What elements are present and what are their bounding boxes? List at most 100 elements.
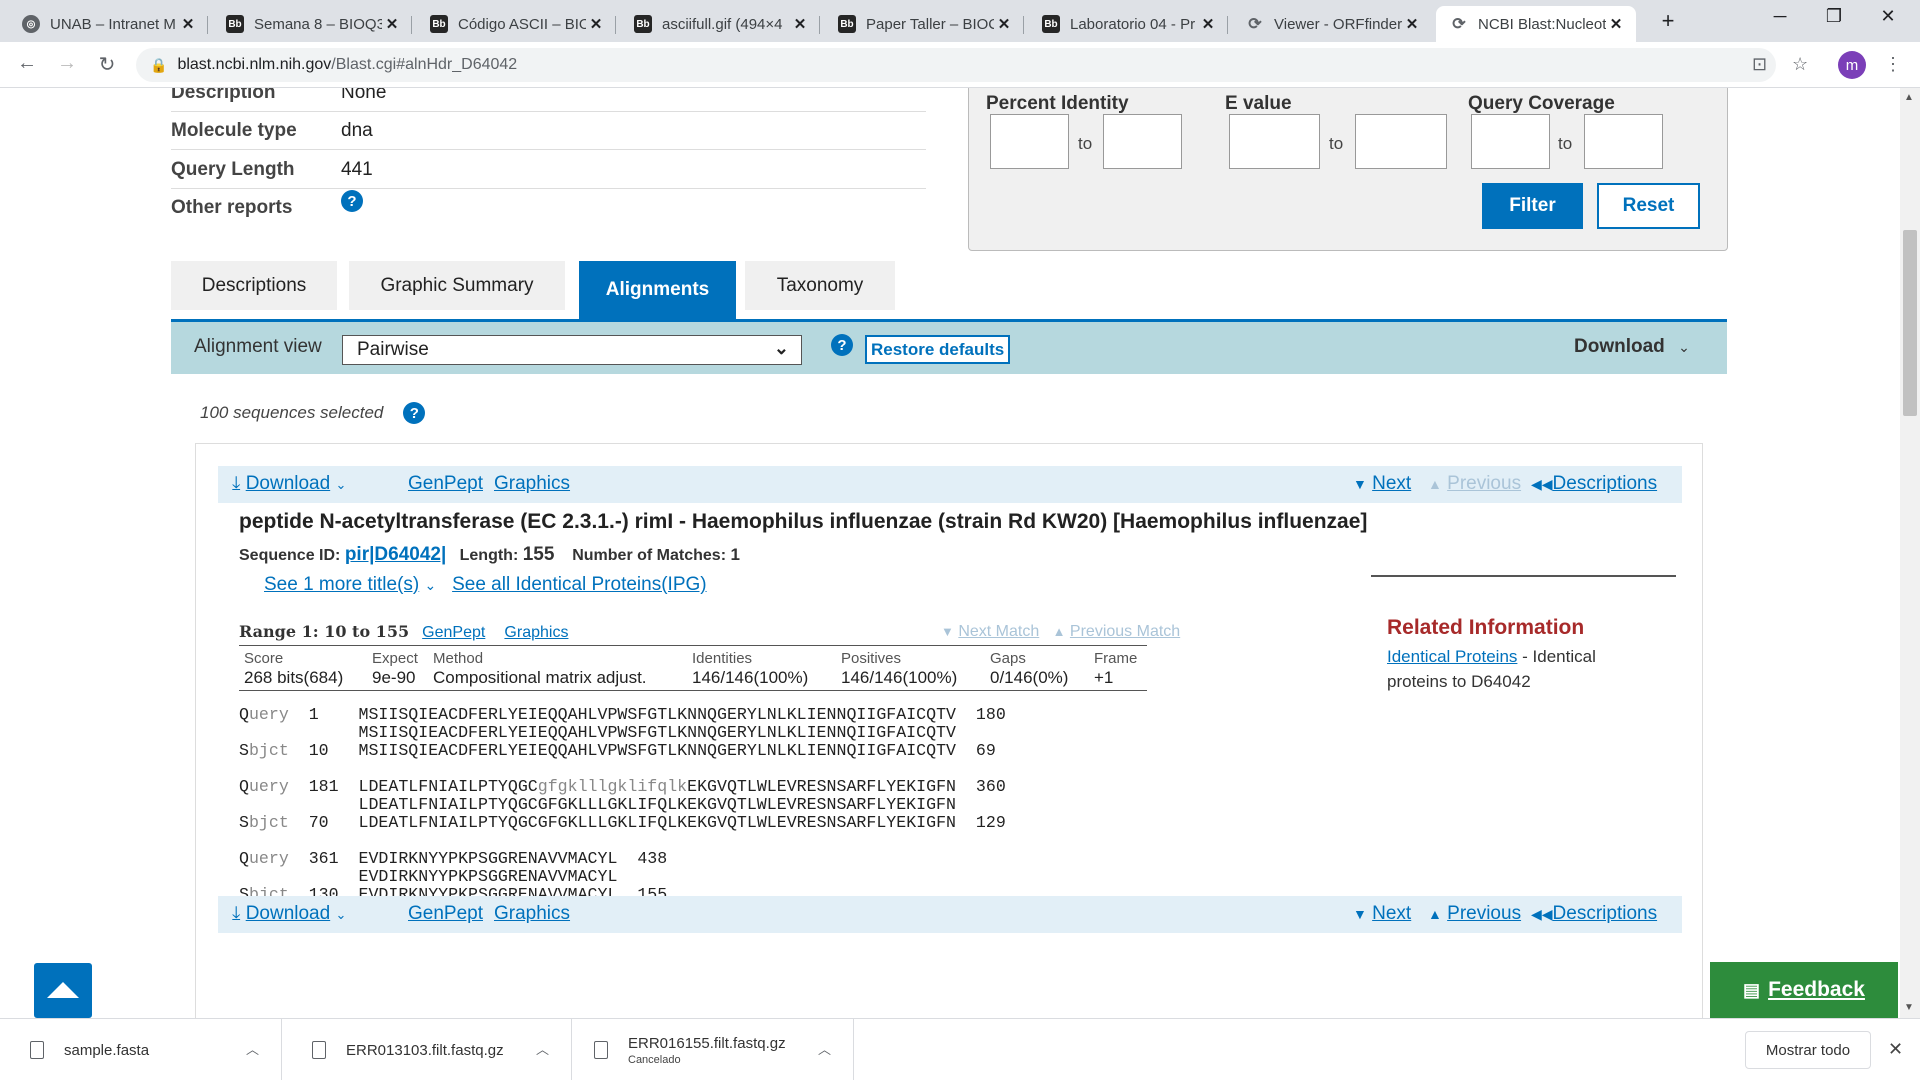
to-label: to xyxy=(1329,134,1344,153)
see-also: See 1 more title(s) ⌄ See all Identical … xyxy=(264,574,707,596)
download-link[interactable]: ⤓ Download ⌄ xyxy=(232,903,346,925)
help-icon[interactable]: ? xyxy=(403,402,426,424)
e-value-max-input[interactable] xyxy=(1355,114,1447,169)
previous-text[interactable]: Previous xyxy=(1447,903,1521,924)
browser-tab[interactable]: Bb Código ASCII – BIO ✕ xyxy=(416,6,616,42)
download-item[interactable]: ERR013103.filt.fastq.gz ︿ xyxy=(290,1019,572,1080)
percent-identity-min-input[interactable] xyxy=(990,114,1069,169)
close-icon[interactable]: ✕ xyxy=(178,15,198,33)
next-link[interactable]: ▼ Next xyxy=(1353,473,1411,495)
alignment-view-bar: Alignment view Pairwise ⌄ ? Restore defa… xyxy=(171,322,1727,374)
e-value-label: E value xyxy=(1225,93,1292,114)
tab-title: Laboratorio 04 - Pr xyxy=(1070,15,1196,33)
browser-tab[interactable]: Bb Laboratorio 04 - Pr ✕ xyxy=(1028,6,1228,42)
identical-proteins-link[interactable]: Identical Proteins xyxy=(1387,647,1517,666)
download-item[interactable]: sample.fasta ︿ xyxy=(0,1019,282,1080)
graphics-link[interactable]: Graphics xyxy=(494,903,570,925)
next-link[interactable]: ▼ Next xyxy=(1353,903,1411,925)
filter-button[interactable]: Filter xyxy=(1482,183,1583,229)
descriptions-link[interactable]: ◀◀Descriptions xyxy=(1531,903,1657,925)
alignment-line: Query 181 LDEATLFNIAILPTYQGCgfgklllgklif… xyxy=(239,777,1006,796)
tab-descriptions[interactable]: Descriptions xyxy=(171,261,337,310)
bookmark-star-icon[interactable]: ☆ xyxy=(1792,54,1808,75)
matches-value: 1 xyxy=(730,545,740,564)
descriptions-text[interactable]: Descriptions xyxy=(1553,903,1658,924)
new-tab-button[interactable]: + xyxy=(1648,8,1688,34)
summary-value: 441 xyxy=(341,158,373,180)
download-text[interactable]: Download xyxy=(246,903,331,924)
browser-tab[interactable]: Bb Paper Taller – BIOC ✕ xyxy=(824,6,1024,42)
browser-tab-active[interactable]: ⟳ NCBI Blast:Nucleot ✕ xyxy=(1436,6,1636,42)
browser-tab[interactable]: Bb Semana 8 – BIOQ3 ✕ xyxy=(212,6,412,42)
chevron-up-icon[interactable]: ︿ xyxy=(246,1039,259,1058)
globe-icon: ◎ xyxy=(22,15,40,33)
reset-button[interactable]: Reset xyxy=(1597,183,1700,229)
restore-defaults-button[interactable]: Restore defaults xyxy=(865,335,1011,364)
see-ipg-link[interactable]: See all Identical Proteins(IPG) xyxy=(452,574,707,595)
download-link[interactable]: ⤓ Download ⌄ xyxy=(232,473,346,495)
show-all-button[interactable]: Mostrar todo xyxy=(1745,1031,1871,1069)
close-icon[interactable]: ✕ xyxy=(994,15,1014,33)
browser-tab[interactable]: Bb asciifull.gif (494×4 ✕ xyxy=(620,6,820,42)
back-to-top-button[interactable] xyxy=(34,963,92,1018)
range-genpept-link[interactable]: GenPept xyxy=(422,624,485,641)
scroll-up-icon[interactable]: ▲ xyxy=(1904,92,1914,103)
query-coverage-max-input[interactable] xyxy=(1584,114,1663,169)
summary-row-description: Description None xyxy=(171,88,926,112)
descriptions-link[interactable]: ◀◀Descriptions xyxy=(1531,473,1657,495)
stats-header: Expect xyxy=(372,650,418,667)
close-icon[interactable]: ✕ xyxy=(382,15,402,33)
previous-link[interactable]: ▲ Previous xyxy=(1428,903,1521,925)
alignment-view-select[interactable]: Pairwise ⌄ xyxy=(342,335,802,365)
close-icon[interactable]: ✕ xyxy=(586,15,606,33)
help-icon[interactable]: ? xyxy=(341,190,363,212)
range-graphics-link[interactable]: Graphics xyxy=(504,624,568,641)
browser-tab[interactable]: ◎ UNAB – Intranet M ✕ xyxy=(8,6,208,42)
forward-icon[interactable]: → xyxy=(54,52,80,75)
alignment-line: Sbjct 10 MSIISQIEACDFERLYEIEQQAHLVPWSFGT… xyxy=(239,741,996,760)
chevron-up-icon[interactable]: ︿ xyxy=(536,1039,549,1058)
page-scrollbar[interactable]: ▲ ▼ xyxy=(1900,88,1920,1018)
tab-graphic-summary[interactable]: Graphic Summary xyxy=(349,261,565,310)
translate-icon[interactable]: ⊡ xyxy=(1752,54,1767,75)
menu-kebab-icon[interactable]: ⋮ xyxy=(1884,54,1902,75)
triangle-down-icon: ▼ xyxy=(1353,906,1367,922)
maximize-button[interactable]: ❐ xyxy=(1814,6,1854,27)
percent-identity-max-input[interactable] xyxy=(1103,114,1182,169)
graphics-link[interactable]: Graphics xyxy=(494,473,570,495)
feedback-button[interactable]: ▤ Feedback xyxy=(1710,962,1898,1018)
see-more-titles-link[interactable]: See 1 more title(s) xyxy=(264,574,419,595)
next-text[interactable]: Next xyxy=(1372,473,1411,494)
genpept-link[interactable]: GenPept xyxy=(408,473,483,495)
download-item[interactable]: ERR016155.filt.fastq.gz Cancelado ︿ xyxy=(580,1019,854,1080)
close-icon[interactable]: ✕ xyxy=(790,15,810,33)
tab-alignments[interactable]: Alignments xyxy=(579,261,736,319)
help-icon[interactable]: ? xyxy=(831,334,853,356)
chevron-up-icon[interactable]: ︿ xyxy=(818,1039,831,1058)
seq-id-link[interactable]: pir|D64042| xyxy=(345,544,446,565)
download-menu[interactable]: Download ⌄ xyxy=(1574,336,1690,358)
scrollbar-thumb[interactable] xyxy=(1903,230,1917,416)
browser-tab[interactable]: ⟳ Viewer - ORFfinder ✕ xyxy=(1232,6,1432,42)
back-icon[interactable]: ← xyxy=(14,52,40,75)
close-icon[interactable]: ✕ xyxy=(1606,15,1626,33)
avatar[interactable]: m xyxy=(1838,51,1866,79)
address-bar[interactable]: 🔒 blast.ncbi.nlm.nih.gov/Blast.cgi#alnHd… xyxy=(136,48,1776,82)
reload-icon[interactable]: ↻ xyxy=(94,52,120,77)
e-value-min-input[interactable] xyxy=(1229,114,1320,169)
query-coverage-min-input[interactable] xyxy=(1471,114,1550,169)
window-close-button[interactable]: ✕ xyxy=(1868,6,1908,27)
minimize-button[interactable]: ─ xyxy=(1760,6,1800,27)
close-icon[interactable]: ✕ xyxy=(1198,15,1218,33)
descriptions-text[interactable]: Descriptions xyxy=(1553,473,1658,494)
genpept-link[interactable]: GenPept xyxy=(408,903,483,925)
download-text[interactable]: Download xyxy=(246,473,331,494)
length-label: Length: xyxy=(459,547,519,564)
triangle-up-icon: ▲ xyxy=(1428,476,1442,492)
bb-icon: Bb xyxy=(430,15,448,33)
close-icon[interactable]: ✕ xyxy=(1888,1039,1903,1060)
close-icon[interactable]: ✕ xyxy=(1402,15,1422,33)
next-text[interactable]: Next xyxy=(1372,903,1411,924)
tab-taxonomy[interactable]: Taxonomy xyxy=(745,261,895,310)
scroll-down-icon[interactable]: ▼ xyxy=(1904,1002,1914,1013)
